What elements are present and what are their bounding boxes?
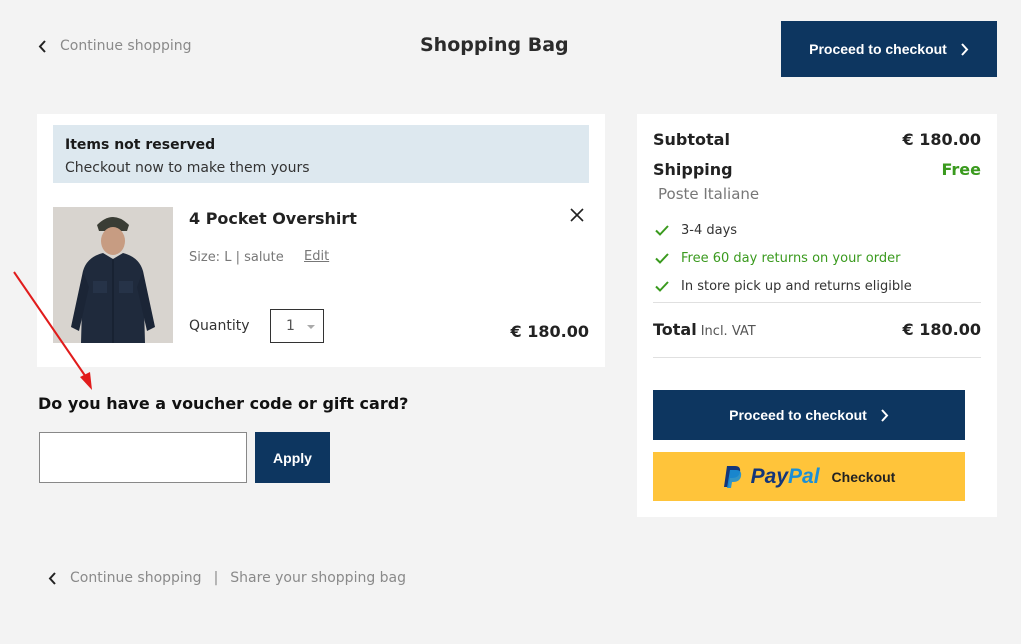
paypal-checkout-button[interactable]: PayPal Checkout <box>653 452 965 501</box>
cart-item-card: Items not reserved Checkout now to make … <box>37 114 605 367</box>
product-size: Size: L | salute <box>189 250 284 265</box>
checkout-label: Proceed to checkout <box>809 41 947 57</box>
footer-links: Continue shopping | Share your shopping … <box>48 570 406 586</box>
chevron-left-icon <box>38 39 46 53</box>
caret-down-icon <box>307 325 315 329</box>
product-image[interactable] <box>53 207 173 343</box>
chevron-right-icon <box>881 408 889 422</box>
quantity-select[interactable]: 1 <box>270 309 324 343</box>
perk-label: 3-4 days <box>681 223 738 238</box>
paypal-logo-icon <box>723 465 741 488</box>
check-icon <box>655 253 669 264</box>
items-not-reserved-notice: Items not reserved Checkout now to make … <box>53 125 589 183</box>
divider <box>653 357 981 358</box>
order-summary: Subtotal € 180.00 Shipping Free Poste It… <box>637 114 997 517</box>
chevron-right-icon <box>961 42 969 56</box>
continue-shopping-link-bottom[interactable]: Continue shopping <box>70 570 202 586</box>
chevron-left-icon <box>48 571 56 585</box>
voucher-title: Do you have a voucher code or gift card? <box>38 394 409 413</box>
total-note: Incl. VAT <box>700 324 756 339</box>
notice-subtitle: Checkout now to make them yours <box>65 160 310 176</box>
subtotal-row: Subtotal € 180.00 <box>653 130 981 149</box>
total-value: € 180.00 <box>902 320 981 339</box>
paypal-pay: Pay <box>750 464 789 488</box>
subtotal-label: Subtotal <box>653 130 730 149</box>
share-bag-link[interactable]: Share your shopping bag <box>230 570 406 586</box>
perk-item: In store pick up and returns eligible <box>655 279 912 294</box>
checkout-label: Proceed to checkout <box>729 407 867 423</box>
paypal-wordmark: PayPal <box>751 465 820 489</box>
voucher-code-input[interactable] <box>39 432 247 483</box>
proceed-to-checkout-button-top[interactable]: Proceed to checkout <box>781 21 997 77</box>
shipping-row: Shipping Free <box>653 160 981 179</box>
shipping-value: Free <box>941 160 982 179</box>
perk-item: Free 60 day returns on your order <box>655 251 900 266</box>
paypal-checkout-label: Checkout <box>831 468 896 485</box>
page-title: Shopping Bag <box>420 34 569 56</box>
apply-voucher-button[interactable]: Apply <box>255 432 330 483</box>
total-row: Total Incl. VAT € 180.00 <box>653 320 981 339</box>
proceed-to-checkout-button[interactable]: Proceed to checkout <box>653 390 965 440</box>
product-photo <box>53 207 173 343</box>
continue-shopping-label: Continue shopping <box>60 38 192 54</box>
edit-item-link[interactable]: Edit <box>304 249 329 264</box>
product-name[interactable]: 4 Pocket Overshirt <box>189 209 357 228</box>
shipping-carrier: Poste Italiane <box>658 185 760 203</box>
total-label: Total <box>653 320 697 339</box>
continue-shopping-link[interactable]: Continue shopping <box>38 38 192 54</box>
total-label-group: Total Incl. VAT <box>653 320 756 339</box>
subtotal-value: € 180.00 <box>902 130 981 149</box>
perk-label: Free 60 day returns on your order <box>681 251 901 266</box>
perk-label: In store pick up and returns eligible <box>681 279 912 294</box>
quantity-value: 1 <box>286 318 295 334</box>
paypal-pal: Pal <box>788 464 820 488</box>
item-price: € 180.00 <box>510 322 589 341</box>
divider <box>653 302 981 303</box>
check-icon <box>655 225 669 236</box>
quantity-label: Quantity <box>189 318 250 334</box>
close-icon[interactable] <box>569 207 585 223</box>
notice-title: Items not reserved <box>65 137 216 153</box>
check-icon <box>655 281 669 292</box>
separator: | <box>213 570 219 586</box>
perk-item: 3-4 days <box>655 223 737 238</box>
shipping-label: Shipping <box>653 160 733 179</box>
